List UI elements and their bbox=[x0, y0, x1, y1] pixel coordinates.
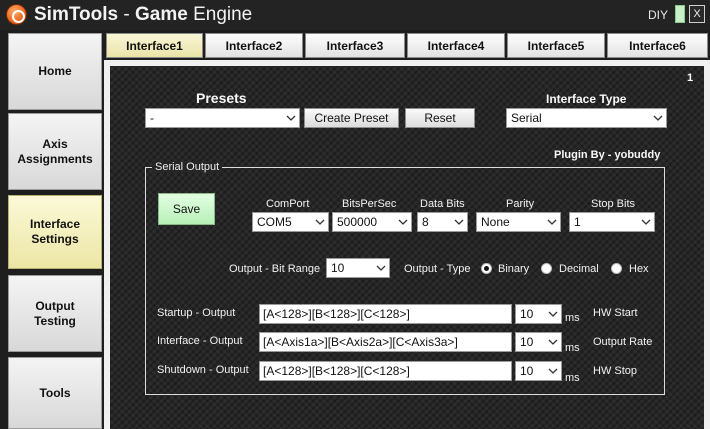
title-separator: - bbox=[118, 4, 135, 25]
simtools-window: SimTools - Game Engine DIY X Home Axis A… bbox=[0, 0, 710, 429]
interface-type-select[interactable]: Serial bbox=[506, 108, 667, 128]
bit-range-value: 10 bbox=[331, 261, 345, 275]
binary-label: Binary bbox=[498, 263, 530, 275]
chevron-down-icon bbox=[649, 109, 666, 127]
interface-output-field[interactable]: [A<Axis1a>][B<Axis2a>][C<Axis3a>] bbox=[259, 332, 512, 352]
stop-bits-value: 1 bbox=[574, 215, 581, 229]
bit-range-select[interactable]: 10 bbox=[326, 258, 390, 278]
startup-ms-value: 10 bbox=[520, 307, 534, 321]
shutdown-output-field[interactable]: [A<128>][B<128>][C<128>] bbox=[259, 361, 512, 381]
sidebar: Home Axis Assignments Interface Settings… bbox=[0, 30, 104, 429]
app-subtitle: Game bbox=[135, 4, 188, 25]
parity-select[interactable]: None bbox=[476, 212, 561, 232]
reset-button[interactable]: Reset bbox=[405, 108, 475, 128]
interface-type-heading: Interface Type bbox=[546, 92, 627, 106]
serial-output-title: Serial Output bbox=[152, 161, 223, 173]
tab-interface6[interactable]: Interface6 bbox=[607, 33, 708, 58]
interface-ms-select[interactable]: 10 bbox=[515, 332, 562, 352]
sidebar-item-home[interactable]: Home bbox=[8, 33, 102, 110]
decimal-radio[interactable] bbox=[541, 263, 552, 274]
interface-ms-value: 10 bbox=[520, 335, 534, 349]
bits-per-sec-value: 500000 bbox=[337, 215, 378, 229]
chevron-down-icon bbox=[394, 213, 411, 231]
shutdown-ms-value: 10 bbox=[520, 364, 534, 378]
startup-ms-select[interactable]: 10 bbox=[515, 304, 562, 324]
preset-select[interactable]: - bbox=[145, 108, 300, 128]
binary-radio[interactable] bbox=[481, 263, 492, 274]
comport-label: ComPort bbox=[266, 198, 310, 210]
hw-start-label: HW Start bbox=[593, 307, 638, 319]
sidebar-item-axis-assignments[interactable]: Axis Assignments bbox=[8, 113, 102, 190]
save-button[interactable]: Save bbox=[158, 193, 215, 225]
bit-range-label: Output - Bit Range bbox=[229, 263, 321, 275]
tab-interface5[interactable]: Interface5 bbox=[507, 33, 605, 58]
bits-per-sec-select[interactable]: 500000 bbox=[332, 212, 412, 232]
chevron-down-icon bbox=[544, 362, 561, 380]
stop-bits-label: Stop Bits bbox=[591, 198, 636, 210]
tab-interface2[interactable]: Interface2 bbox=[205, 33, 303, 58]
parity-label: Parity bbox=[506, 198, 535, 210]
chevron-down-icon bbox=[543, 213, 560, 231]
create-preset-button[interactable]: Create Preset bbox=[304, 108, 399, 128]
page-number: 1 bbox=[687, 72, 694, 84]
panel-content: 1 Presets - Create Preset Reset Interfac… bbox=[110, 66, 704, 429]
interface-ms-unit: ms bbox=[565, 342, 580, 354]
chevron-down-icon bbox=[282, 109, 299, 127]
app-subtitle-rest: Engine bbox=[187, 4, 253, 25]
chevron-down-icon bbox=[372, 259, 389, 277]
title-bar: SimTools - Game Engine DIY X bbox=[0, 0, 710, 30]
plugin-author: Plugin By - yobuddy bbox=[554, 149, 661, 161]
comport-select[interactable]: COM5 bbox=[252, 212, 329, 232]
chevron-down-icon bbox=[311, 213, 328, 231]
tab-interface4[interactable]: Interface4 bbox=[407, 33, 505, 58]
chevron-down-icon bbox=[544, 305, 561, 323]
diy-toggle[interactable] bbox=[675, 5, 685, 23]
diy-label: DIY bbox=[648, 8, 669, 22]
shutdown-ms-select[interactable]: 10 bbox=[515, 361, 562, 381]
hex-radio[interactable] bbox=[611, 263, 622, 274]
chevron-down-icon bbox=[450, 213, 467, 231]
data-bits-select[interactable]: 8 bbox=[417, 212, 468, 232]
simtools-logo-icon bbox=[6, 4, 27, 25]
interface-output-label: Interface - Output bbox=[157, 335, 243, 347]
chevron-down-icon bbox=[544, 333, 561, 351]
bits-per-sec-label: BitsPerSec bbox=[342, 198, 397, 210]
parity-value: None bbox=[481, 215, 510, 229]
stop-bits-select[interactable]: 1 bbox=[569, 212, 655, 232]
output-type-label: Output - Type bbox=[404, 263, 471, 275]
decimal-label: Decimal bbox=[559, 263, 599, 275]
sidebar-item-output-testing[interactable]: Output Testing bbox=[8, 275, 102, 352]
interface-type-value: Serial bbox=[511, 111, 542, 125]
chevron-down-icon bbox=[637, 213, 654, 231]
startup-output-label: Startup - Output bbox=[157, 307, 236, 319]
shutdown-ms-unit: ms bbox=[565, 372, 580, 384]
shutdown-output-label: Shutdown - Output bbox=[157, 364, 249, 376]
sidebar-item-tools[interactable]: Tools bbox=[8, 357, 102, 429]
output-rate-label: Output Rate bbox=[593, 336, 653, 348]
sidebar-item-interface-settings[interactable]: Interface Settings bbox=[8, 195, 102, 269]
hex-label: Hex bbox=[629, 263, 649, 275]
app-title: SimTools - Game Engine bbox=[34, 4, 252, 26]
tab-interface1[interactable]: Interface1 bbox=[106, 33, 203, 58]
interface-panel: 1 Presets - Create Preset Reset Interfac… bbox=[104, 60, 710, 429]
presets-heading: Presets bbox=[196, 90, 247, 106]
hw-stop-label: HW Stop bbox=[593, 365, 638, 377]
preset-select-value: - bbox=[150, 111, 154, 125]
comport-value: COM5 bbox=[257, 215, 292, 229]
tab-interface3[interactable]: Interface3 bbox=[305, 33, 405, 58]
close-button[interactable]: X bbox=[689, 5, 705, 23]
app-name: SimTools bbox=[34, 4, 119, 25]
data-bits-label: Data Bits bbox=[420, 198, 465, 210]
data-bits-value: 8 bbox=[422, 215, 429, 229]
startup-output-field[interactable]: [A<128>][B<128>][C<128>] bbox=[259, 304, 512, 324]
startup-ms-unit: ms bbox=[565, 312, 580, 324]
